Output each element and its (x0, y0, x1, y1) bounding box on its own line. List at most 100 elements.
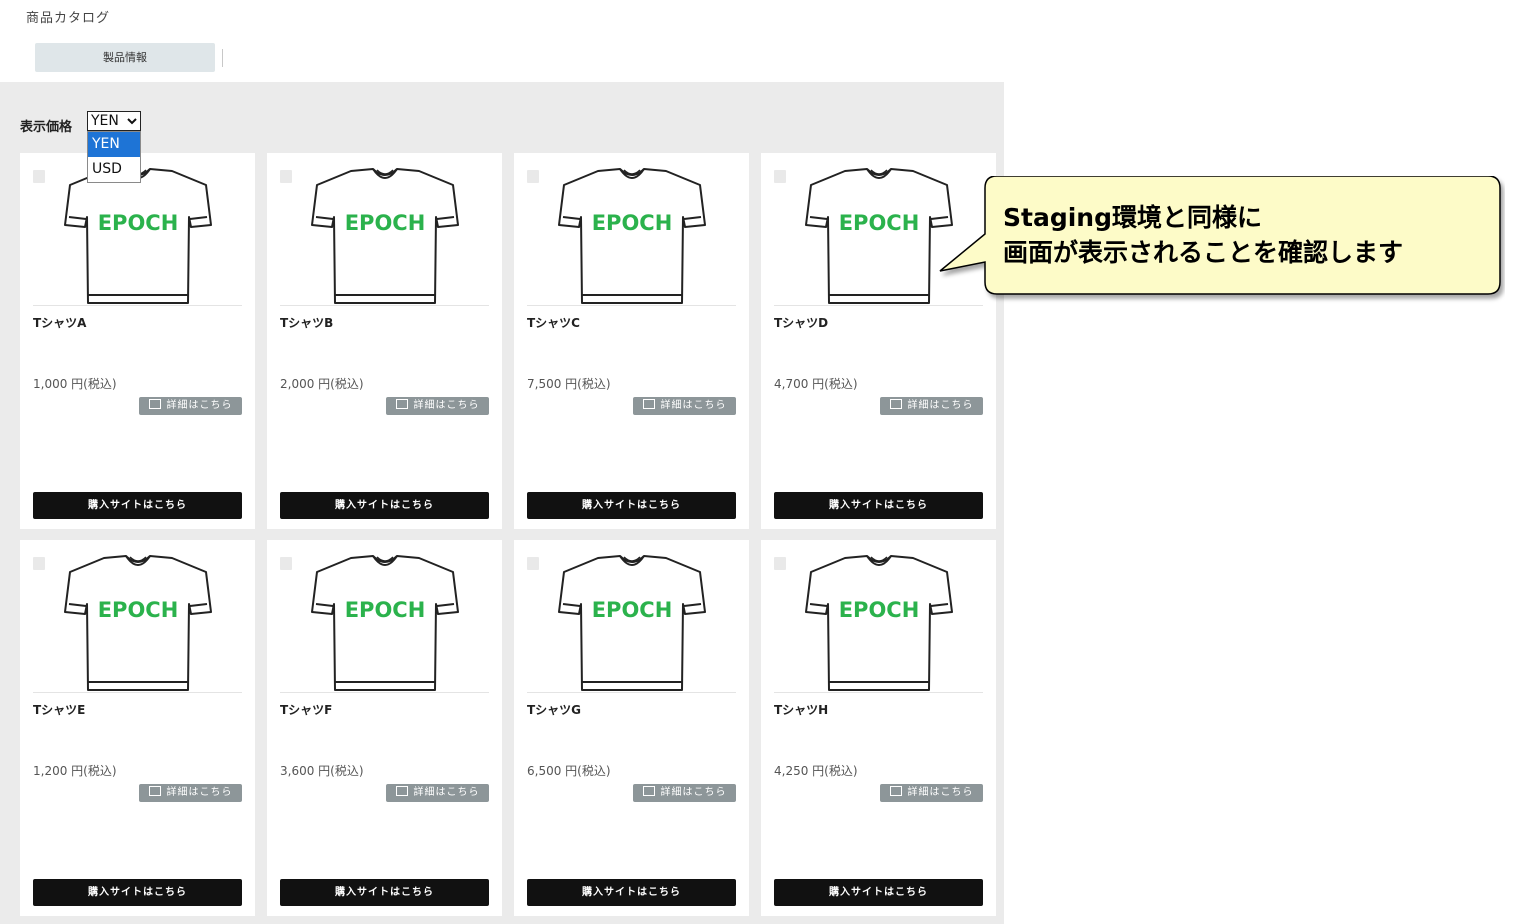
product-checkbox[interactable] (527, 557, 539, 570)
window-icon (395, 399, 408, 409)
card-divider (280, 692, 489, 693)
details-button[interactable]: 詳細はこちら (386, 784, 489, 802)
product-checkbox[interactable] (33, 557, 45, 570)
window-icon (889, 786, 902, 796)
details-button[interactable]: 詳細はこちら (633, 784, 736, 802)
product-card: EPOCH TシャツG 6,500 円(税込) 詳細はこちら 購入サイトはこちら (514, 540, 749, 916)
currency-selected-value: YEN (91, 113, 119, 129)
product-name: TシャツA (33, 316, 87, 330)
details-button-label: 詳細はこちら (166, 787, 233, 798)
callout-line-2: 画面が表示されることを確認します (1003, 238, 1404, 267)
product-card: EPOCH TシャツB 2,000 円(税込) 詳細はこちら 購入サイトはこちら (267, 153, 502, 529)
currency-select[interactable]: YEN (87, 111, 141, 131)
buy-site-button[interactable]: 購入サイトはこちら (774, 879, 983, 906)
buy-site-button[interactable]: 購入サイトはこちら (774, 492, 983, 519)
product-logo-text: EPOCH (839, 598, 920, 622)
product-checkbox[interactable] (774, 557, 786, 570)
currency-dropdown: YEN USD (87, 131, 141, 183)
window-icon (889, 399, 902, 409)
product-logo-text: EPOCH (345, 211, 426, 235)
product-card: EPOCH TシャツE 1,200 円(税込) 詳細はこちら 購入サイトはこちら (20, 540, 255, 916)
card-divider (774, 692, 983, 693)
product-logo-text: EPOCH (345, 598, 426, 622)
product-logo-text: EPOCH (592, 211, 673, 235)
tshirt-image: EPOCH (558, 555, 706, 691)
tshirt-image: EPOCH (805, 168, 953, 304)
product-price: 4,700 円(税込) (774, 377, 858, 391)
product-name: TシャツC (527, 316, 580, 330)
product-checkbox[interactable] (527, 170, 539, 183)
card-divider (33, 305, 242, 306)
product-logo-text: EPOCH (592, 598, 673, 622)
tab-divider (222, 49, 223, 67)
tshirt-image: EPOCH (64, 555, 212, 691)
tab-product-info[interactable]: 製品情報 (35, 43, 215, 72)
tshirt-image: EPOCH (311, 555, 459, 691)
product-name: TシャツB (280, 316, 334, 330)
buy-site-button[interactable]: 購入サイトはこちら (280, 879, 489, 906)
window-icon (148, 399, 161, 409)
tshirt-image: EPOCH (558, 168, 706, 304)
details-button[interactable]: 詳細はこちら (139, 784, 242, 802)
product-logo-text: EPOCH (98, 211, 179, 235)
catalog-area: 表示価格 YEN YEN USD EPOCH TシャツA 1,000 円(税込)… (0, 82, 1004, 924)
product-price: 7,500 円(税込) (527, 377, 611, 391)
tshirt-image: EPOCH (64, 168, 212, 304)
product-name: TシャツF (280, 703, 333, 717)
details-button-label: 詳細はこちら (907, 787, 974, 798)
card-divider (527, 692, 736, 693)
currency-option-yen[interactable]: YEN (88, 132, 140, 157)
callout-text: Staging環境と同様に 画面が表示されることを確認します (1003, 200, 1493, 270)
product-logo-text: EPOCH (98, 598, 179, 622)
buy-site-button[interactable]: 購入サイトはこちら (33, 879, 242, 906)
card-divider (280, 305, 489, 306)
product-name: TシャツG (527, 703, 582, 717)
product-name: TシャツD (774, 316, 829, 330)
product-price: 1,000 円(税込) (33, 377, 117, 391)
product-name: TシャツH (774, 703, 829, 717)
details-button[interactable]: 詳細はこちら (880, 397, 983, 415)
details-button[interactable]: 詳細はこちら (633, 397, 736, 415)
page-title: 商品カタログ (26, 11, 111, 26)
details-button-label: 詳細はこちら (660, 400, 727, 411)
callout-line-1: Staging環境と同様に (1003, 203, 1262, 232)
product-checkbox[interactable] (33, 170, 45, 183)
product-card: EPOCH TシャツH 4,250 円(税込) 詳細はこちら 購入サイトはこちら (761, 540, 996, 916)
product-price: 3,600 円(税込) (280, 764, 364, 778)
product-name: TシャツE (33, 703, 86, 717)
annotation-callout: Staging環境と同様に 画面が表示されることを確認します (939, 176, 1501, 295)
details-button[interactable]: 詳細はこちら (139, 397, 242, 415)
window-icon (642, 786, 655, 796)
details-button-label: 詳細はこちら (907, 400, 974, 411)
product-price: 1,200 円(税込) (33, 764, 117, 778)
details-button-label: 詳細はこちら (413, 787, 480, 798)
product-card: EPOCH TシャツF 3,600 円(税込) 詳細はこちら 購入サイトはこちら (267, 540, 502, 916)
details-button-label: 詳細はこちら (413, 400, 480, 411)
details-button-label: 詳細はこちら (166, 400, 233, 411)
currency-label: 表示価格 (20, 120, 73, 135)
buy-site-button[interactable]: 購入サイトはこちら (527, 879, 736, 906)
product-price: 6,500 円(税込) (527, 764, 611, 778)
chevron-down-icon (127, 118, 137, 125)
window-icon (148, 786, 161, 796)
product-card: EPOCH TシャツA 1,000 円(税込) 詳細はこちら 購入サイトはこちら (20, 153, 255, 529)
product-logo-text: EPOCH (839, 211, 920, 235)
window-icon (642, 399, 655, 409)
tshirt-image: EPOCH (311, 168, 459, 304)
details-button-label: 詳細はこちら (660, 787, 727, 798)
details-button[interactable]: 詳細はこちら (880, 784, 983, 802)
tshirt-image: EPOCH (805, 555, 953, 691)
card-divider (33, 692, 242, 693)
buy-site-button[interactable]: 購入サイトはこちら (527, 492, 736, 519)
product-price: 4,250 円(税込) (774, 764, 858, 778)
window-icon (395, 786, 408, 796)
buy-site-button[interactable]: 購入サイトはこちら (280, 492, 489, 519)
details-button[interactable]: 詳細はこちら (386, 397, 489, 415)
product-checkbox[interactable] (280, 170, 292, 183)
product-price: 2,000 円(税込) (280, 377, 364, 391)
product-checkbox[interactable] (280, 557, 292, 570)
product-checkbox[interactable] (774, 170, 786, 183)
product-card: EPOCH TシャツC 7,500 円(税込) 詳細はこちら 購入サイトはこちら (514, 153, 749, 529)
currency-option-usd[interactable]: USD (88, 157, 140, 182)
buy-site-button[interactable]: 購入サイトはこちら (33, 492, 242, 519)
